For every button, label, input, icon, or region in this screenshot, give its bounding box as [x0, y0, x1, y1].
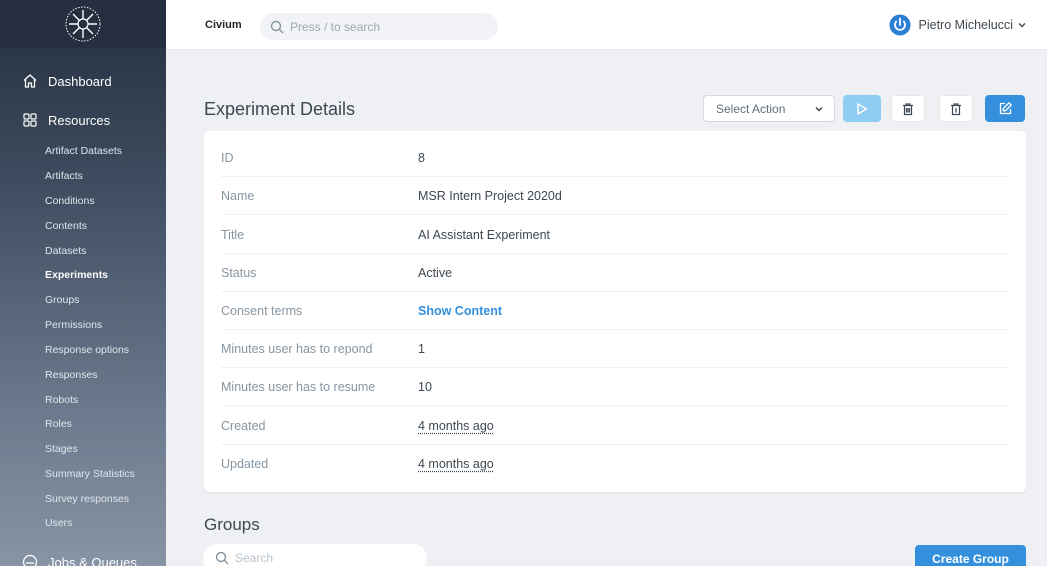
- detail-label: Minutes user has to repond: [221, 341, 373, 356]
- detail-label: Title: [221, 227, 245, 242]
- sidebar-item-experiments[interactable]: Experiments: [45, 269, 108, 281]
- detail-label: Updated: [221, 457, 269, 471]
- sidebar-item-artifacts[interactable]: Artifacts: [45, 170, 83, 182]
- detail-value: 1: [418, 341, 425, 356]
- sidebar-item-label: Resources: [48, 112, 111, 128]
- detail-row-consent-terms: Consent terms Show Content: [221, 292, 1009, 330]
- detail-label: Name: [221, 188, 255, 203]
- sidebar-item-label: Jobs & Queues: [48, 554, 137, 566]
- user-menu[interactable]: Pietro Michelucci: [889, 13, 1027, 37]
- sidebar-item-response-options[interactable]: Response options: [45, 344, 129, 356]
- detail-row-minutes-resume: Minutes user has to resume 10: [221, 368, 1009, 406]
- top-bar: Civium Press / to search Pietro Micheluc…: [166, 0, 1047, 50]
- home-icon: [22, 73, 38, 89]
- grid-icon: [22, 112, 38, 128]
- chevron-down-icon: [814, 104, 824, 114]
- detail-row-name: Name MSR Intern Project 2020d: [221, 177, 1009, 215]
- sidebar-item-responses[interactable]: Responses: [45, 369, 98, 381]
- experiment-details-card: ID 8 Name MSR Intern Project 2020d Title…: [204, 131, 1026, 492]
- queue-icon: [22, 554, 38, 566]
- detail-label: Consent terms: [221, 303, 303, 318]
- civium-logo[interactable]: [63, 4, 103, 44]
- sidebar-item-datasets[interactable]: Datasets: [45, 245, 86, 257]
- detail-value: AI Assistant Experiment: [418, 227, 551, 242]
- page-title: Experiment Details: [204, 99, 356, 119]
- created-timestamp: 4 months ago: [418, 418, 494, 433]
- play-icon: [855, 102, 869, 116]
- sidebar-item-users[interactable]: Users: [45, 517, 72, 529]
- sidebar-item-label: Dashboard: [48, 73, 112, 89]
- detail-value: 8: [418, 150, 425, 165]
- search-placeholder: Search: [235, 551, 274, 565]
- sidebar-item-conditions[interactable]: Conditions: [45, 195, 95, 207]
- edit-icon: [998, 101, 1013, 116]
- chevron-down-icon: [1017, 20, 1027, 30]
- sidebar-item-contents[interactable]: Contents: [45, 220, 87, 232]
- detail-label: Status: [221, 265, 257, 280]
- detail-label: ID: [221, 150, 234, 165]
- select-action-value: Select Action: [716, 101, 786, 116]
- sidebar-item-dashboard[interactable]: Dashboard: [22, 71, 112, 91]
- trash-icon: [949, 102, 963, 116]
- search-icon: [215, 551, 229, 565]
- detail-label: Created: [221, 418, 266, 433]
- sidebar-item-summary-statistics[interactable]: Summary Statistics: [45, 468, 135, 480]
- detail-value: 10: [418, 379, 432, 394]
- detail-row-minutes-respond: Minutes user has to repond 1: [221, 330, 1009, 368]
- detail-row-created: Created 4 months ago: [221, 407, 1009, 445]
- select-action-dropdown[interactable]: Select Action: [703, 95, 835, 122]
- groups-search-input[interactable]: Search: [203, 544, 427, 566]
- sidebar-item-stages[interactable]: Stages: [45, 443, 78, 455]
- sidebar-item-resources[interactable]: Resources: [22, 110, 110, 130]
- user-name: Pietro Michelucci: [918, 18, 1013, 32]
- detail-row-status: Status Active: [221, 254, 1009, 292]
- detail-value: Active: [418, 265, 453, 280]
- updated-timestamp: 4 months ago: [418, 457, 494, 471]
- sidebar-item-permissions[interactable]: Permissions: [45, 319, 102, 331]
- sidebar-item-survey-responses[interactable]: Survey responses: [45, 493, 129, 505]
- detail-row-updated: Updated 4 months ago: [221, 445, 1009, 483]
- detail-label: Minutes user has to resume: [221, 379, 376, 394]
- groups-section-title: Groups: [204, 515, 260, 534]
- edit-button[interactable]: [985, 95, 1025, 122]
- sidebar-item-groups[interactable]: Groups: [45, 294, 79, 306]
- search-icon: [270, 20, 284, 34]
- show-content-link[interactable]: Show Content: [418, 304, 502, 318]
- sidebar-item-artifact-datasets[interactable]: Artifact Datasets: [45, 145, 122, 157]
- run-action-button[interactable]: [843, 95, 881, 122]
- global-search-input[interactable]: Press / to search: [260, 13, 498, 40]
- sidebar: Dashboard Resources Artifact Datasets Ar…: [0, 0, 166, 566]
- detail-value: MSR Intern Project 2020d: [418, 188, 562, 203]
- logo-area: [0, 0, 166, 48]
- brand-name[interactable]: Civium: [205, 19, 242, 31]
- sidebar-item-jobs-queues[interactable]: Jobs & Queues: [22, 554, 137, 566]
- detail-row-id: ID 8: [221, 139, 1009, 177]
- create-group-button[interactable]: Create Group: [915, 545, 1026, 566]
- trash-icon: [901, 102, 915, 116]
- force-delete-button[interactable]: [891, 95, 925, 122]
- delete-button[interactable]: [939, 95, 973, 122]
- sidebar-item-roles[interactable]: Roles: [45, 418, 72, 430]
- sidebar-item-robots[interactable]: Robots: [45, 394, 78, 406]
- detail-row-title: Title AI Assistant Experiment: [221, 216, 1009, 254]
- power-icon: [889, 14, 911, 36]
- search-placeholder: Press / to search: [290, 19, 381, 34]
